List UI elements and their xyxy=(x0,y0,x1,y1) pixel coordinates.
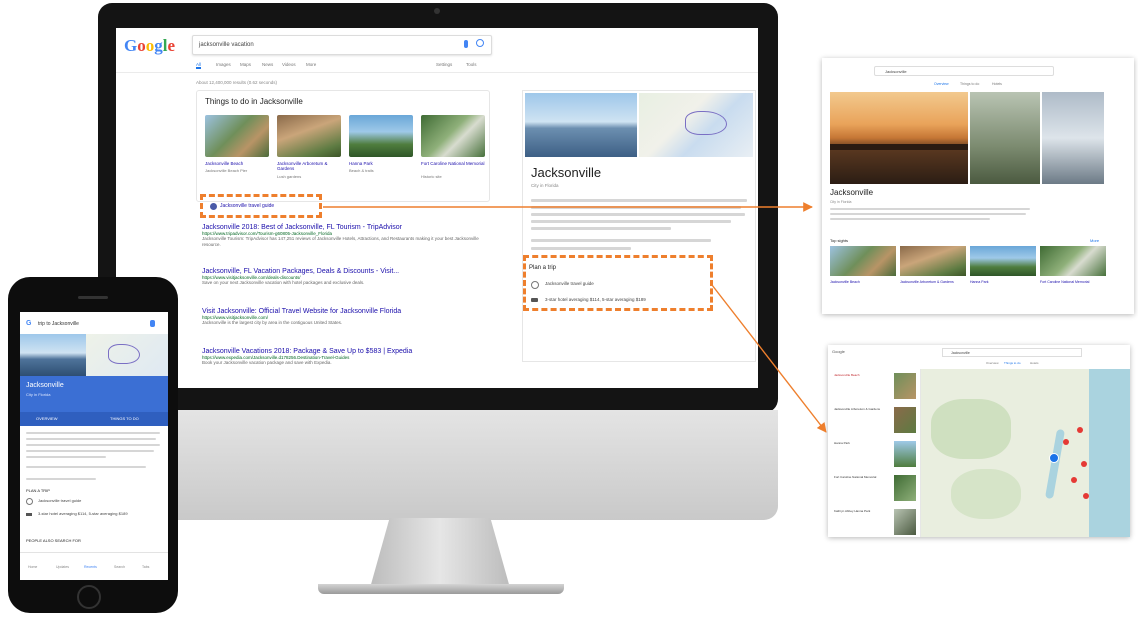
arrow-to-map xyxy=(711,284,827,433)
callout-arrows xyxy=(323,202,827,433)
